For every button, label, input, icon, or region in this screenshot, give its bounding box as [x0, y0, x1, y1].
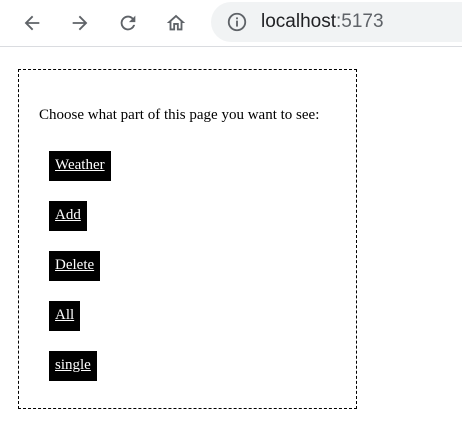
- home-button[interactable]: [160, 7, 192, 39]
- single-link[interactable]: single: [55, 357, 91, 373]
- reload-button[interactable]: [112, 7, 144, 39]
- single-link-button[interactable]: single: [49, 351, 97, 381]
- info-icon[interactable]: [226, 11, 248, 33]
- arrow-left-icon: [24, 15, 40, 31]
- weather-link[interactable]: Weather: [55, 157, 105, 173]
- arrow-right-icon: [72, 15, 88, 31]
- back-button[interactable]: [16, 7, 48, 39]
- address-bar[interactable]: localhost:5173: [211, 2, 462, 42]
- delete-link[interactable]: Delete: [55, 257, 94, 273]
- reload-icon: [120, 15, 136, 31]
- section-chooser-box: Choose what part of this page you want t…: [18, 69, 357, 409]
- link-row: All: [49, 301, 111, 351]
- weather-link-button[interactable]: Weather: [49, 151, 111, 181]
- link-row: Delete: [49, 251, 111, 301]
- all-link-button[interactable]: All: [49, 301, 81, 331]
- add-link[interactable]: Add: [55, 207, 81, 223]
- add-link-button[interactable]: Add: [49, 201, 87, 231]
- link-row: Weather: [49, 151, 111, 201]
- url-text: localhost:5173: [261, 11, 384, 33]
- chooser-prompt: Choose what part of this page you want t…: [39, 107, 320, 123]
- forward-button[interactable]: [64, 7, 96, 39]
- link-row: Add: [49, 201, 111, 251]
- section-link-list: Weather Add Delete All single: [49, 151, 111, 401]
- url-host: localhost: [261, 11, 336, 32]
- all-link[interactable]: All: [55, 307, 74, 323]
- delete-link-button[interactable]: Delete: [49, 251, 101, 281]
- link-row: single: [49, 351, 111, 401]
- url-port: :5173: [336, 11, 384, 32]
- browser-toolbar: localhost:5173: [0, 0, 462, 47]
- home-icon: [166, 14, 186, 31]
